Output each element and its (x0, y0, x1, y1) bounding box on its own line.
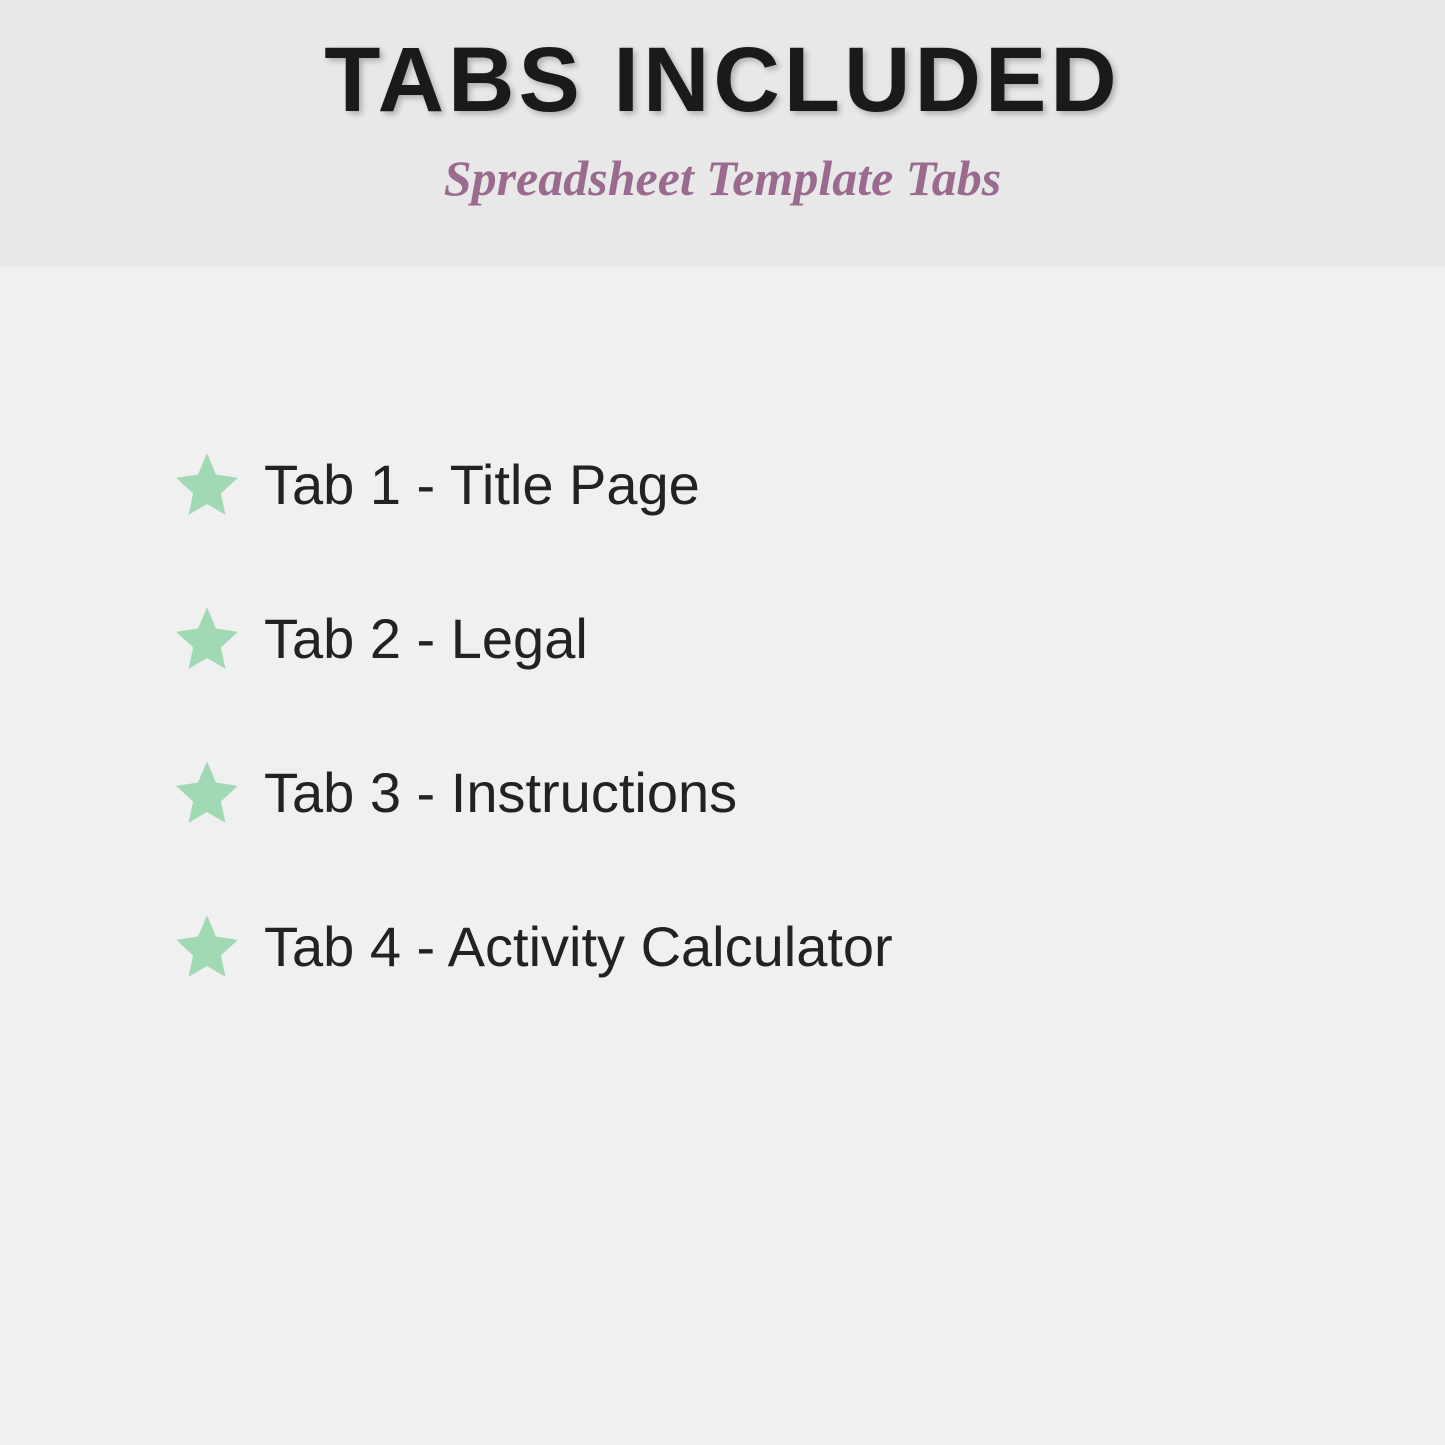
tab-label: Tab 3 - Instructions (264, 760, 737, 825)
star-icon (170, 447, 244, 521)
tab-label: Tab 1 - Title Page (264, 452, 700, 517)
tab-label: Tab 4 - Activity Calculator (264, 914, 893, 979)
tabs-list: Tab 1 - Title Page Tab 2 - Legal Tab 3 -… (0, 267, 1445, 983)
tab-label: Tab 2 - Legal (264, 606, 588, 671)
star-icon (170, 601, 244, 675)
star-icon (170, 755, 244, 829)
page-subtitle: Spreadsheet Template Tabs (0, 149, 1445, 207)
list-item: Tab 2 - Legal (170, 601, 1275, 675)
list-item: Tab 4 - Activity Calculator (170, 909, 1275, 983)
header-section: TABS INCLUDED Spreadsheet Template Tabs (0, 0, 1445, 267)
star-icon (170, 909, 244, 983)
page-title: TABS INCLUDED (0, 28, 1445, 133)
list-item: Tab 3 - Instructions (170, 755, 1275, 829)
list-item: Tab 1 - Title Page (170, 447, 1275, 521)
